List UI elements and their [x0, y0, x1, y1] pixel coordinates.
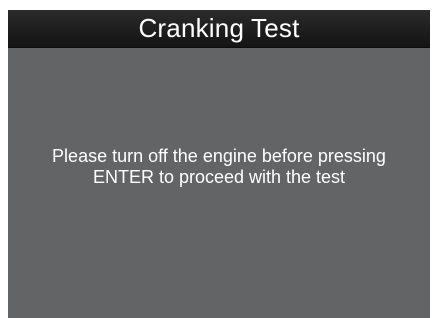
instruction-line-2: ENTER to proceed with the test: [92, 167, 346, 187]
title-bar: Cranking Test: [8, 10, 430, 48]
screen-title: Cranking Test: [138, 13, 300, 43]
device-screen: Cranking Test Please turn off the engine…: [8, 10, 430, 318]
instruction-line-1: Please turn off the engine before pressi…: [52, 146, 386, 166]
instruction-message: Please turn off the engine before pressi…: [8, 146, 430, 188]
